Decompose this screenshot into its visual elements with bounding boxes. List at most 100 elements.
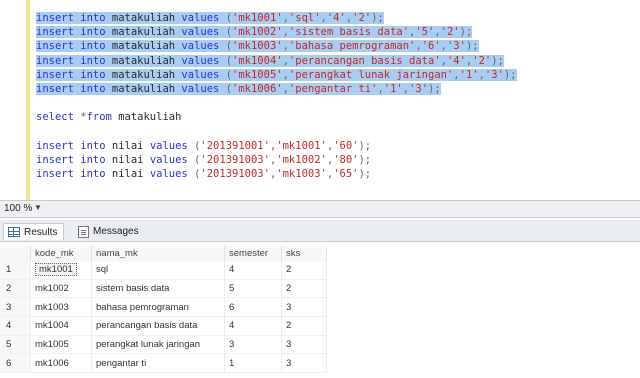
tab-messages-label: Messages [93, 226, 139, 237]
code-token: '2' [352, 12, 372, 24]
table-cell[interactable]: mk1003 [30, 297, 92, 318]
table-cell[interactable]: mk1002 [30, 279, 92, 299]
table-row[interactable]: 6 mk1006 pengantar ti 1 3 [0, 353, 327, 374]
table-cell[interactable]: 5 [224, 279, 282, 299]
code-token: nilai [111, 153, 150, 166]
tab-messages[interactable]: Messages [74, 223, 145, 240]
column-header[interactable]: sks [281, 246, 327, 261]
code-token: values [181, 54, 226, 67]
code-token: values [149, 153, 195, 166]
selected-text: insert into matakuliah values ('mk1005',… [36, 68, 517, 81]
table-cell[interactable]: mk1006 [30, 353, 92, 374]
code-token: from [86, 111, 119, 124]
column-header[interactable]: nama_mk [91, 246, 225, 261]
code-line: select *from matakuliah [36, 110, 640, 124]
code-token: 'mk1004' [232, 54, 283, 67]
table-cell[interactable]: 2 [281, 279, 327, 299]
code-line: insert into matakuliah values ('mk1001',… [36, 11, 640, 25]
code-token: ); [503, 68, 517, 81]
table-cell[interactable]: bahasa pemrograman [91, 297, 225, 318]
code-token: into [80, 68, 112, 81]
table-cell[interactable]: 3 [281, 335, 327, 355]
code-token: '5' [415, 26, 435, 39]
code-token: ); [491, 54, 504, 67]
results-tabs: Results Messages [0, 220, 640, 242]
row-number[interactable]: 4 [0, 316, 31, 336]
code-token: '80' [333, 153, 359, 166]
table-cell[interactable]: mk1001 [30, 261, 92, 280]
code-token: '4' [326, 12, 346, 24]
code-token: values [149, 168, 195, 181]
table-row[interactable]: 4 mk1004 perancangan basis data 4 2 [0, 316, 327, 336]
code-token: insert [36, 68, 81, 81]
zoom-level[interactable]: 100 % [4, 203, 32, 214]
table-cell[interactable]: perangkat lunak jaringan [91, 335, 225, 355]
code-line: insert into nilai values ('201391001','m… [36, 139, 640, 153]
query-editor[interactable]: insert into matakuliah values ('mk1001',… [0, 0, 640, 200]
code-token: into [80, 40, 112, 53]
table-cell[interactable]: mk1004 [30, 316, 92, 336]
row-number[interactable]: 5 [0, 335, 31, 355]
code-line: insert into nilai values ('201391003','m… [36, 153, 640, 167]
code-token: ); [358, 168, 372, 181]
code-token: 'sql' [288, 12, 321, 24]
table-cell[interactable]: perancangan basis data [91, 316, 225, 336]
code-token: insert [36, 12, 81, 24]
code-token: insert [36, 26, 81, 39]
code-token: 'mk1005' [232, 68, 283, 81]
code-token: 'bahasa pemrograman' [288, 40, 416, 53]
code-token: '1' [383, 82, 403, 95]
code-token: '201391001' [200, 139, 270, 152]
table-cell[interactable]: 2 [281, 316, 327, 336]
row-number[interactable]: 1 [0, 261, 31, 280]
code-token: '3' [446, 40, 466, 53]
row-number[interactable]: 3 [0, 297, 31, 318]
results-grid[interactable]: kode_mk nama_mk semester sks 1 mk1001 sql 4… [0, 242, 640, 378]
table-cell[interactable]: 1 [224, 353, 282, 374]
table-cell[interactable]: 3 [281, 353, 327, 374]
sql-code[interactable]: insert into matakuliah values ('mk1001',… [36, 11, 640, 181]
code-token: values [181, 26, 226, 39]
row-number-header [0, 246, 31, 261]
focused-cell[interactable]: mk1001 [35, 263, 77, 277]
code-token: ); [465, 40, 479, 53]
code-token: '2' [472, 54, 492, 67]
code-token: insert [36, 139, 81, 152]
table-row[interactable]: 5 mk1005 perangkat lunak jaringan 3 3 [0, 335, 327, 355]
code-token: nilai [111, 139, 150, 152]
table-row[interactable]: 3 mk1003 bahasa pemrograman 6 3 [0, 297, 327, 318]
table-cell[interactable]: 2 [281, 261, 327, 280]
table-cell[interactable]: 4 [224, 316, 282, 336]
selected-text: insert into matakuliah values ('mk1006',… [36, 82, 441, 95]
tab-results[interactable]: Results [3, 223, 65, 240]
table-cell[interactable]: sql [91, 261, 225, 280]
row-number[interactable]: 2 [0, 279, 31, 299]
column-header[interactable]: semester [224, 246, 282, 261]
table-cell[interactable]: mk1005 [30, 335, 92, 355]
table-cell[interactable]: 3 [281, 297, 327, 318]
table-cell[interactable]: pengantar ti [91, 353, 225, 374]
code-text: insert into nilai values ('201391003','m… [36, 154, 371, 166]
table-cell[interactable]: 6 [224, 297, 282, 318]
table-cell[interactable]: sistem basis data [91, 279, 225, 299]
code-token: values [181, 68, 226, 81]
code-text: insert into nilai values ('201391003','m… [36, 168, 371, 180]
row-number[interactable]: 6 [0, 353, 31, 374]
code-token: matakuliah [111, 68, 182, 81]
selected-text: insert into matakuliah values ('mk1003',… [36, 40, 479, 53]
table-row[interactable]: 2 mk1002 sistem basis data 5 2 [0, 279, 327, 299]
table-cell[interactable]: 3 [224, 335, 282, 355]
code-token: 'pengantar ti' [288, 82, 378, 95]
code-token: into [80, 153, 112, 166]
code-token: matakuliah [111, 54, 182, 67]
zoom-dropdown-arrow-icon[interactable]: ▼ [34, 203, 42, 212]
tab-results-label: Results [24, 226, 58, 238]
column-header[interactable]: kode_mk [30, 246, 92, 261]
table-cell[interactable]: 4 [224, 261, 282, 280]
code-token: 'perangkat lunak jaringan' [288, 68, 454, 81]
code-token: values [181, 12, 226, 24]
table-row[interactable]: 1 mk1001 sql 4 2 [0, 261, 327, 280]
messages-icon [78, 225, 89, 238]
